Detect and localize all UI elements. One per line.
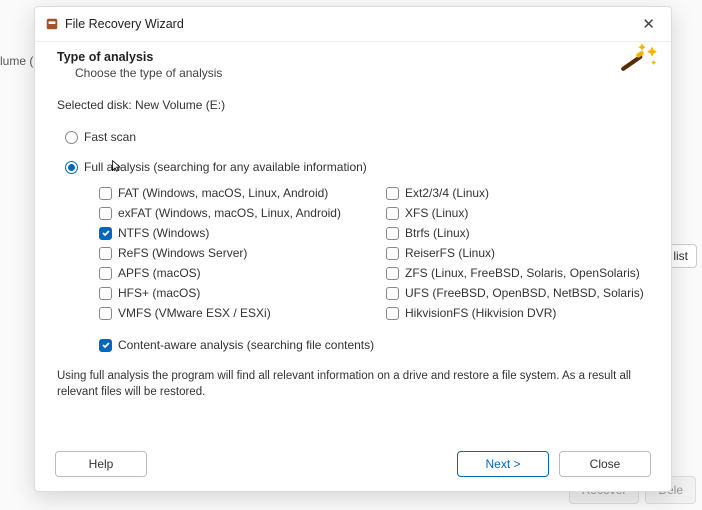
wizard-dialog: File Recovery Wizard ✕ Type of analysis …	[34, 6, 672, 492]
fs-apfs-checkbox[interactable]: APFS (macOS)	[99, 266, 362, 280]
help-button[interactable]: Help	[55, 451, 147, 477]
fs-hikvision-checkbox[interactable]: HikvisionFS (Hikvision DVR)	[386, 306, 649, 320]
content-aware-label: Content-aware analysis (searching file c…	[118, 338, 374, 352]
fs-refs-checkbox[interactable]: ReFS (Windows Server)	[99, 246, 362, 260]
checkbox-icon	[99, 187, 112, 200]
window-title: File Recovery Wizard	[65, 17, 636, 31]
radio-icon	[65, 131, 78, 144]
fs-ext-checkbox[interactable]: Ext2/3/4 (Linux)	[386, 186, 649, 200]
fs-label: APFS (macOS)	[118, 266, 201, 280]
fs-vmfs-checkbox[interactable]: VMFS (VMware ESX / ESXi)	[99, 306, 362, 320]
radio-icon	[65, 161, 78, 174]
fs-label: HikvisionFS (Hikvision DVR)	[405, 306, 556, 320]
wizard-wand-icon	[617, 42, 657, 78]
fs-label: VMFS (VMware ESX / ESXi)	[118, 306, 271, 320]
fs-exfat-checkbox[interactable]: exFAT (Windows, macOS, Linux, Android)	[99, 206, 362, 220]
fs-label: HFS+ (macOS)	[118, 286, 200, 300]
app-icon	[45, 17, 59, 31]
checkbox-icon	[386, 267, 399, 280]
checkbox-icon	[386, 207, 399, 220]
fs-label: exFAT (Windows, macOS, Linux, Android)	[118, 206, 341, 220]
fast-scan-radio[interactable]: Fast scan	[65, 130, 641, 144]
fs-ntfs-checkbox[interactable]: NTFS (Windows)	[99, 226, 362, 240]
selected-disk-label: Selected disk: New Volume (E:)	[57, 98, 649, 112]
close-icon[interactable]: ✕	[636, 13, 661, 35]
fs-reiserfs-checkbox[interactable]: ReiserFS (Linux)	[386, 246, 649, 260]
fs-ufs-checkbox[interactable]: UFS (FreeBSD, OpenBSD, NetBSD, Solaris)	[386, 286, 649, 300]
checkbox-icon	[99, 267, 112, 280]
wizard-footer: Help Next > Close	[35, 441, 671, 491]
filesystem-grid: FAT (Windows, macOS, Linux, Android) Ext…	[99, 186, 649, 320]
next-button[interactable]: Next >	[457, 451, 549, 477]
fs-label: Ext2/3/4 (Linux)	[405, 186, 489, 200]
checkbox-icon	[386, 187, 399, 200]
full-analysis-radio[interactable]: Full analysis (searching for any availab…	[65, 160, 641, 174]
page-subtitle: Choose the type of analysis	[75, 66, 649, 80]
analysis-note: Using full analysis the program will fin…	[57, 368, 649, 400]
wizard-body: Selected disk: New Volume (E:) Fast scan…	[35, 90, 671, 441]
close-button[interactable]: Close	[559, 451, 651, 477]
checkbox-icon	[386, 307, 399, 320]
checkbox-icon	[386, 287, 399, 300]
fs-label: FAT (Windows, macOS, Linux, Android)	[118, 186, 328, 200]
checkbox-icon	[99, 207, 112, 220]
fs-label: NTFS (Windows)	[118, 226, 209, 240]
checkbox-icon	[99, 247, 112, 260]
page-title: Type of analysis	[57, 50, 649, 64]
fs-btrfs-checkbox[interactable]: Btrfs (Linux)	[386, 226, 649, 240]
fs-label: ReiserFS (Linux)	[405, 246, 495, 260]
titlebar: File Recovery Wizard ✕	[35, 7, 671, 42]
checkbox-icon	[99, 287, 112, 300]
fs-hfs-checkbox[interactable]: HFS+ (macOS)	[99, 286, 362, 300]
fs-label: ZFS (Linux, FreeBSD, Solaris, OpenSolari…	[405, 266, 640, 280]
wizard-header: Type of analysis Choose the type of anal…	[35, 42, 671, 90]
full-analysis-label: Full analysis (searching for any availab…	[84, 160, 367, 174]
content-aware-checkbox[interactable]: Content-aware analysis (searching file c…	[99, 338, 649, 352]
fs-xfs-checkbox[interactable]: XFS (Linux)	[386, 206, 649, 220]
fs-label: ReFS (Windows Server)	[118, 246, 247, 260]
fs-zfs-checkbox[interactable]: ZFS (Linux, FreeBSD, Solaris, OpenSolari…	[386, 266, 649, 280]
checkbox-icon	[99, 307, 112, 320]
fs-label: XFS (Linux)	[405, 206, 468, 220]
fs-label: Btrfs (Linux)	[405, 226, 470, 240]
fs-fat-checkbox[interactable]: FAT (Windows, macOS, Linux, Android)	[99, 186, 362, 200]
checkbox-icon	[386, 247, 399, 260]
fast-scan-label: Fast scan	[84, 130, 136, 144]
fs-label: UFS (FreeBSD, OpenBSD, NetBSD, Solaris)	[405, 286, 644, 300]
checkbox-icon	[386, 227, 399, 240]
checkbox-icon	[99, 227, 112, 240]
checkbox-icon	[99, 339, 112, 352]
